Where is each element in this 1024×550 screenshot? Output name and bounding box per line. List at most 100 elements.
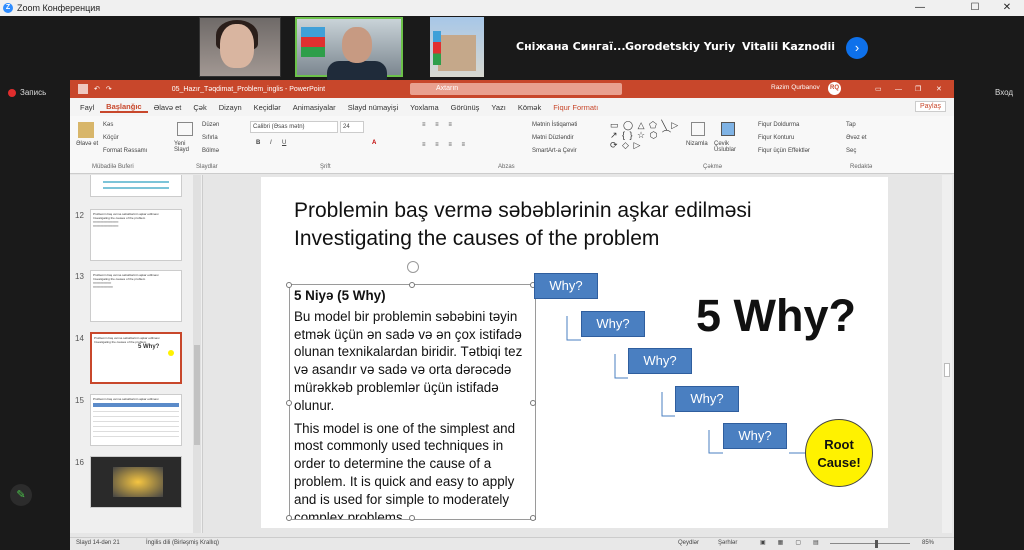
group-font: Şrift [320,164,331,170]
avatar[interactable]: RQ [828,82,841,95]
tab-view[interactable]: Görünüş [445,103,486,112]
slide-thumbnail[interactable] [90,456,182,508]
participant-name[interactable]: Gorodetskiy Yuriy [625,40,735,53]
participant-name[interactable]: Сніжана Сингаї... [516,40,626,53]
participant-name[interactable]: Vitalii Kaznodii [742,40,835,53]
slide-thumbnail[interactable]: Problemin baş vermə səbəblərinin aşkar e… [90,209,182,261]
annotate-pen-icon[interactable]: ✎ [10,484,32,506]
ribbon-tabs: Fayl Başlanğıc Əlavə et Çək Dizayn Keçid… [70,98,954,116]
select-button[interactable]: Seç [846,148,856,154]
thumbnail-number: 12 [75,211,84,220]
tab-draw[interactable]: Çək [187,103,212,112]
participant-video-3[interactable] [430,17,484,77]
tab-shape-format[interactable]: Fiqur Formatı [547,103,604,112]
slide-thumbnail[interactable] [90,175,182,197]
copy-button[interactable]: Köçür [103,135,119,141]
shape-fill-button[interactable]: Fiqur Doldurma [758,122,799,128]
language-indicator[interactable]: İngilis dili (Birləşmiş Krallıq) [146,540,219,546]
font-family-select[interactable]: Calibri (Əsas mətn) [250,121,338,133]
tab-animations[interactable]: Animasiyalar [287,103,342,112]
restore-icon[interactable]: ❐ [915,85,921,93]
bold-button[interactable]: B [256,140,260,146]
layout-button[interactable]: Düzən [202,122,219,128]
notes-button[interactable]: Qeydlər [678,540,699,546]
why-box-2[interactable]: Why? [581,311,645,337]
user-name[interactable]: Razim Qurbanov [771,84,820,91]
zoom-title-bar: Z Zoom Конференция — ☐ ✕ [0,0,1024,16]
participant-video-2[interactable] [295,17,403,81]
quick-styles-icon[interactable] [721,122,735,136]
maximize-button[interactable]: ☐ [960,0,990,16]
redo-icon[interactable]: ↷ [106,85,112,93]
minimize-button[interactable]: — [905,0,935,16]
cut-button[interactable]: Kəs [103,122,113,128]
thumbnails-scrollbar[interactable] [193,175,201,533]
search-box[interactable]: Axtarın [410,83,622,95]
arrange-icon[interactable] [691,122,705,136]
zoom-slider-thumb[interactable] [875,540,878,548]
font-color-button[interactable]: A [372,140,376,146]
reset-button[interactable]: Sıfırla [202,135,218,141]
new-slide-button[interactable]: Yeni Slayd [174,141,198,153]
shape-effects-button[interactable]: Fiqur üçün Effektlər [758,148,810,154]
align-icon[interactable]: ≡ ≡ ≡ ≡ [422,142,469,148]
document-title: 05_Hazır_Təqdimat_Problem_inglis - Power… [171,85,326,93]
font-size-select[interactable]: 24 [340,121,364,133]
bullets-icon[interactable]: ≡ ≡ ≡ [422,122,456,128]
underline-button[interactable]: U [282,140,286,146]
new-slide-icon[interactable] [177,122,193,136]
tab-file[interactable]: Fayl [74,103,100,112]
why-box-1[interactable]: Why? [534,273,598,299]
thumbnail-number: 13 [75,272,84,281]
share-button[interactable]: Paylaş [914,101,946,112]
shape-outline-button[interactable]: Fiqur Konturu [758,135,794,141]
slide-thumbnail[interactable]: Problemin baş vermə səbəblərinin aşkar e… [90,394,182,446]
format-painter-button[interactable]: Format Rəssamı [103,148,147,154]
root-cause-circle[interactable]: Root Cause! [805,419,873,487]
paste-button[interactable]: Əlavə et [76,141,98,147]
align-text-button[interactable]: Mətni Düzləndir [532,135,574,141]
tab-transitions[interactable]: Keçidlər [248,103,287,112]
tab-help[interactable]: Kömək [512,103,547,112]
replace-button[interactable]: Əvəz et [846,135,867,141]
zoom-slider[interactable] [830,543,910,544]
slide-thumbnail-active[interactable]: Problemin baş vermə səbəblərinin aşkar e… [90,332,182,384]
tab-design[interactable]: Dizayn [213,103,248,112]
tab-slideshow[interactable]: Slayd nümayişi [342,103,404,112]
paste-icon[interactable] [78,122,94,138]
ribbon-options-icon[interactable]: ▭ [875,85,882,93]
save-icon[interactable] [78,84,88,94]
quick-styles-button[interactable]: Çevik Üslublar [714,141,742,153]
italic-button[interactable]: I [270,140,272,146]
next-participants-button[interactable]: › [846,37,868,59]
smartart-button[interactable]: SmartArt-a Çevir [532,148,577,154]
recording-indicator[interactable]: Запись [8,88,46,97]
tab-review[interactable]: Yoxlama [404,103,445,112]
close-icon[interactable]: ✕ [936,85,942,93]
text-direction-button[interactable]: Mətnin İstiqaməti [532,122,577,128]
five-why-heading[interactable]: 5 Why? [696,290,856,342]
why-connectors [566,316,805,454]
close-button[interactable]: ✕ [992,0,1022,16]
why-box-5[interactable]: Why? [723,423,787,449]
view-buttons[interactable]: ▣▦▢▤ [760,539,831,546]
participant-video-1[interactable] [199,17,281,77]
minimize-icon[interactable]: — [895,86,902,93]
slide-canvas: Problemin baş vermə səbəblərinin aşkar e… [261,177,888,528]
zoom-logo-icon: Z [3,3,13,13]
arrange-button[interactable]: Nizamla [686,141,708,147]
zoom-level[interactable]: 85% [922,540,934,546]
comments-button[interactable]: Şərhlər [718,540,737,546]
slide-thumbnail[interactable]: Problemin baş vermə səbəblərinin aşkar e… [90,270,182,322]
section-button[interactable]: Bölmə [202,148,219,154]
tab-insert[interactable]: Əlavə et [148,103,188,112]
why-box-3[interactable]: Why? [628,348,692,374]
find-button[interactable]: Tap [846,122,856,128]
slide-scrollbar[interactable] [942,175,952,533]
tab-text[interactable]: Yazı [485,103,511,112]
login-button[interactable]: Вход [995,88,1013,97]
why-box-4[interactable]: Why? [675,386,739,412]
tab-home[interactable]: Başlanğıc [100,102,148,113]
shapes-gallery[interactable]: ▭ ◯ △ ⬠ ╲ ▷ ↗ { } ☆ ⬡ ⌒ ⟳ ◇ ▷ [610,120,680,150]
undo-icon[interactable]: ↶ [94,85,100,93]
